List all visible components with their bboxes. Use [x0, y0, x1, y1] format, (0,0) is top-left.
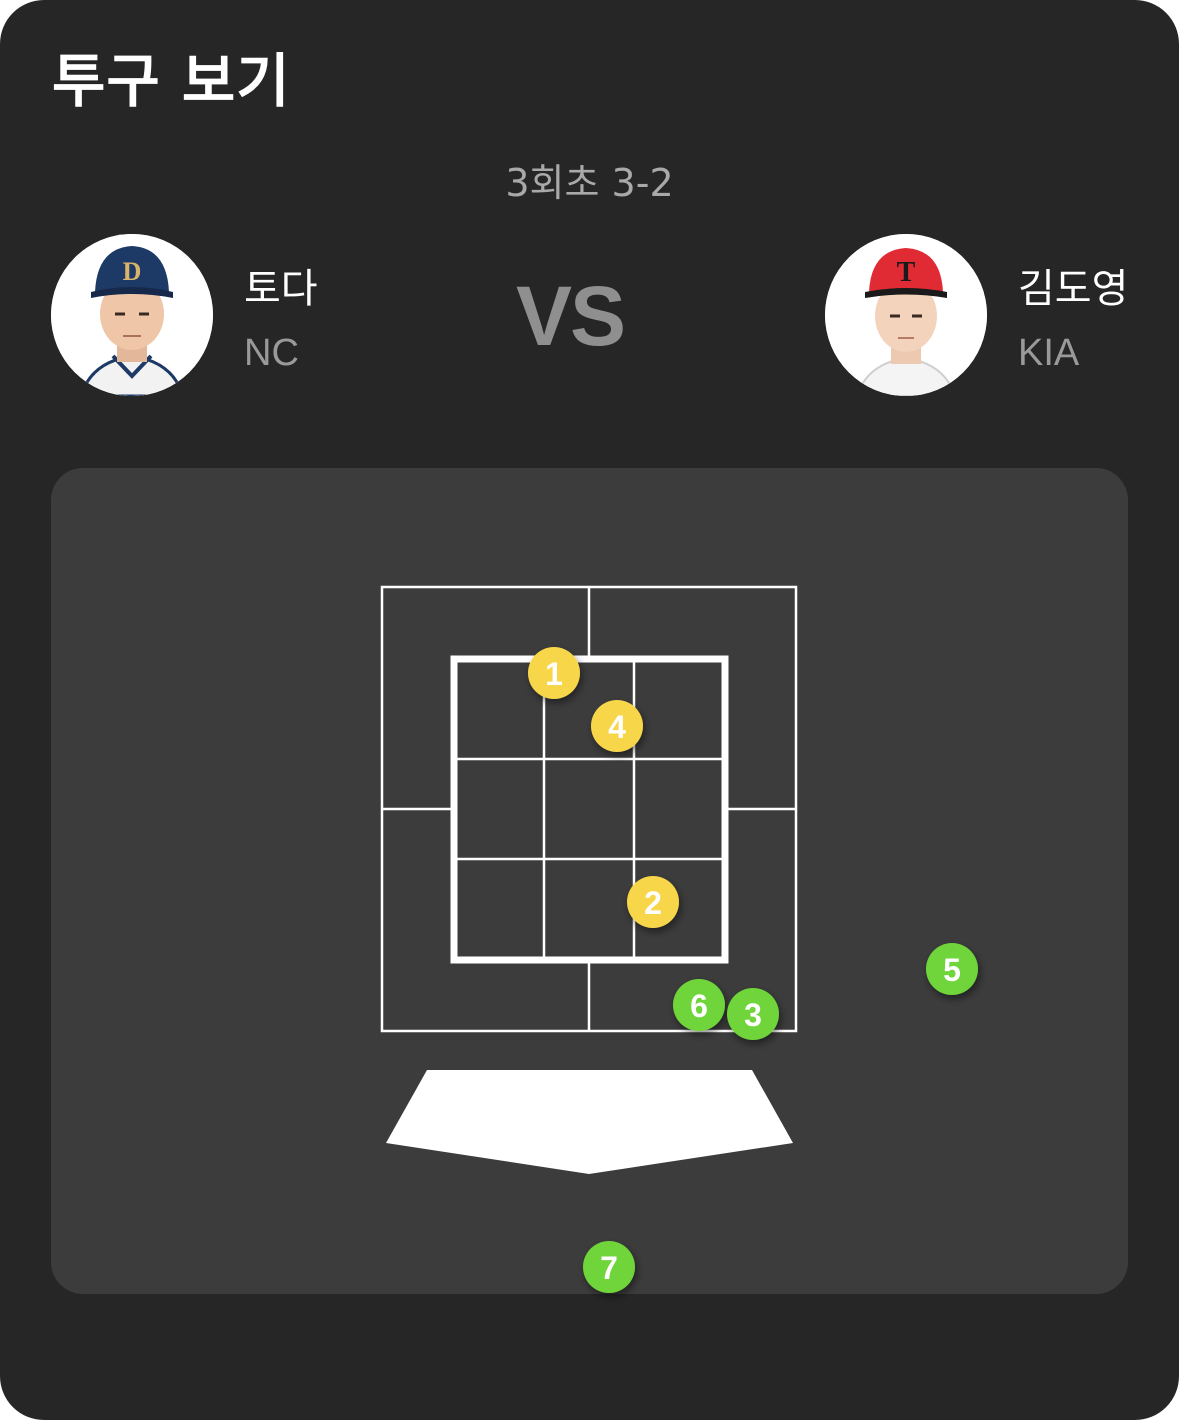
pitch-marker[interactable]: 5	[926, 943, 978, 995]
inner-strike-zone	[450, 655, 729, 964]
pitch-number: 5	[943, 952, 961, 988]
pitch-marker[interactable]: 3	[727, 988, 779, 1040]
pitch-number: 6	[690, 988, 708, 1024]
outer-zone	[380, 585, 798, 1033]
strike-zone-diagram: 1 4 2 5 6 3 7	[380, 585, 978, 1293]
pitch-marker[interactable]: 1	[528, 647, 580, 699]
home-plate	[386, 1070, 793, 1174]
pitch-number: 2	[644, 885, 662, 921]
pitch-number: 4	[608, 709, 626, 745]
pitch-number: 1	[545, 656, 563, 692]
pitch-number: 3	[744, 997, 762, 1033]
pitch-marker[interactable]: 6	[673, 979, 725, 1031]
pitch-marker[interactable]: 2	[627, 876, 679, 928]
pitch-marker[interactable]: 4	[591, 700, 643, 752]
pitch-marker[interactable]: 7	[583, 1241, 635, 1293]
pitch-number: 7	[600, 1250, 618, 1286]
